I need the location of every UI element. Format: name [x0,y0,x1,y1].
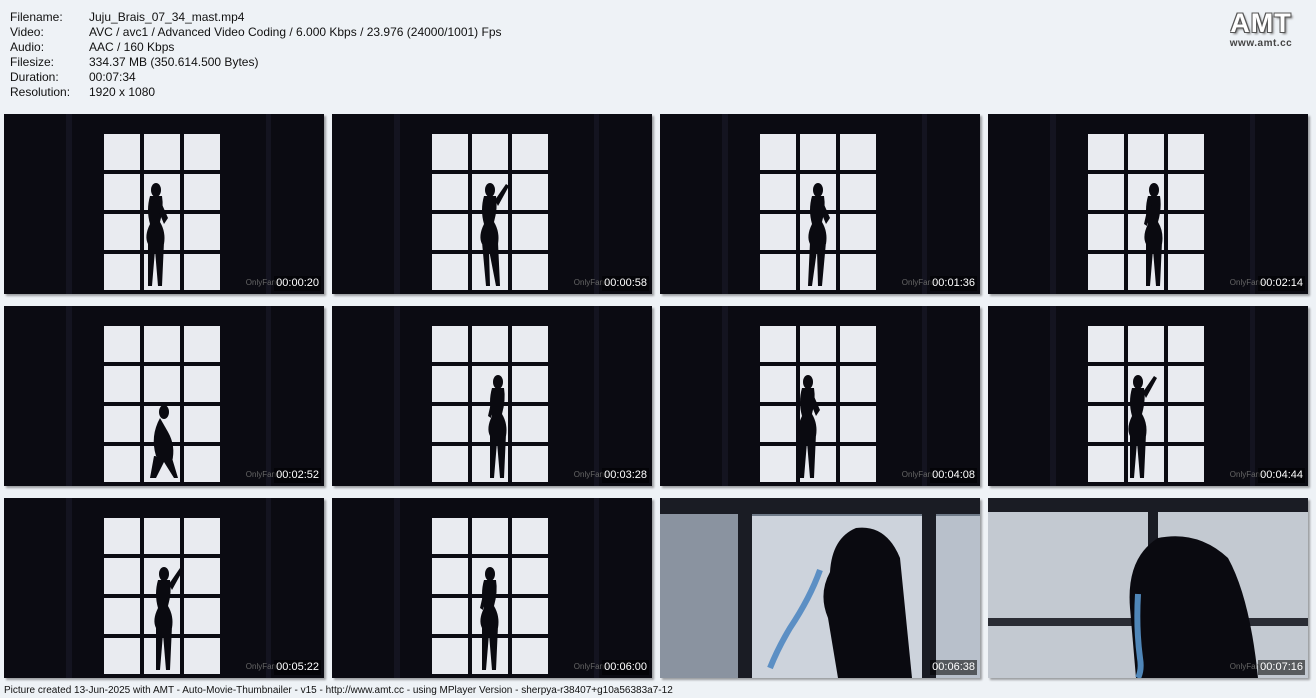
scene-window [332,498,652,678]
info-row: Filesize: 334.37 MB (350.614.500 Bytes) [10,55,502,70]
info-value: 1920 x 1080 [89,85,156,99]
info-key: Duration: [10,70,59,84]
video-thumbnail: OnlyFans 00:02:52 [4,306,324,486]
info-key: Filesize: [10,55,55,69]
scene-window [332,114,652,294]
info-value: 334.37 MB (350.614.500 Bytes) [89,55,259,69]
scene-window [988,114,1308,294]
timestamp-label: 00:05:22 [274,660,321,675]
timestamp-label: 00:02:52 [274,468,321,483]
video-thumbnail: OnlyFans 00:01:36 [660,114,980,294]
info-key: Audio: [10,40,45,54]
info-row: Resolution: 1920 x 1080 [10,85,502,100]
video-thumbnail: OnlyFans 00:06:00 [332,498,652,678]
scene-closeup [660,498,980,678]
video-thumbnail: OnlyFans 00:02:14 [988,114,1308,294]
timestamp-label: 00:04:08 [930,468,977,483]
timestamp-label: 00:00:58 [602,276,649,291]
info-row: Duration: 00:07:34 [10,70,502,85]
logo-text: AMT [1230,8,1292,38]
video-thumbnail: OnlyFans 00:05:22 [4,498,324,678]
timestamp-label: 00:06:00 [602,660,649,675]
scene-window [332,306,652,486]
video-thumbnail: OnlyFans 00:04:44 [988,306,1308,486]
scene-window [4,306,324,486]
video-thumbnail: OnlyFans 00:07:16 [988,498,1308,678]
scene-window [660,114,980,294]
video-thumbnail: OnlyFans 00:04:08 [660,306,980,486]
info-key: Filename: [10,10,63,24]
video-thumbnail: OnlyFans 00:00:58 [332,114,652,294]
video-thumbnail: OnlyFans 00:00:20 [4,114,324,294]
amt-logo: AMT www.amt.cc [1218,8,1304,52]
scene-closeup [988,498,1308,678]
thumbnail-grid: OnlyFans 00:00:20 OnlyFans 00:00:58 OnlyFa… [4,114,1314,680]
info-row: Video: AVC / avc1 / Advanced Video Coding… [10,25,502,40]
logo-url: www.amt.cc [1229,38,1293,49]
timestamp-label: 00:03:28 [602,468,649,483]
info-value: AVC / avc1 / Advanced Video Coding / 6.0… [89,25,502,39]
info-row: Audio: AAC / 160 Kbps [10,40,502,55]
video-thumbnail: 00:06:38 [660,498,980,678]
scene-window [4,498,324,678]
footer-credit: Picture created 13-Jun-2025 with AMT - A… [4,685,673,696]
timestamp-label: 00:01:36 [930,276,977,291]
timestamp-label: 00:06:38 [930,660,977,675]
info-value: AAC / 160 Kbps [89,40,175,54]
info-value: Juju_Brais_07_34_mast.mp4 [89,10,245,24]
timestamp-label: 00:04:44 [1258,468,1305,483]
info-row: Filename: Juju_Brais_07_34_mast.mp4 [10,10,502,25]
file-info-panel: Filename: Juju_Brais_07_34_mast.mp4 Video:… [10,10,502,100]
timestamp-label: 00:00:20 [274,276,321,291]
scene-window [988,306,1308,486]
timestamp-label: 00:02:14 [1258,276,1305,291]
info-key: Resolution: [10,85,71,99]
video-thumbnail: OnlyFans 00:03:28 [332,306,652,486]
info-key: Video: [10,25,44,39]
timestamp-label: 00:07:16 [1258,660,1305,675]
scene-window [4,114,324,294]
scene-window [660,306,980,486]
info-value: 00:07:34 [89,70,136,84]
